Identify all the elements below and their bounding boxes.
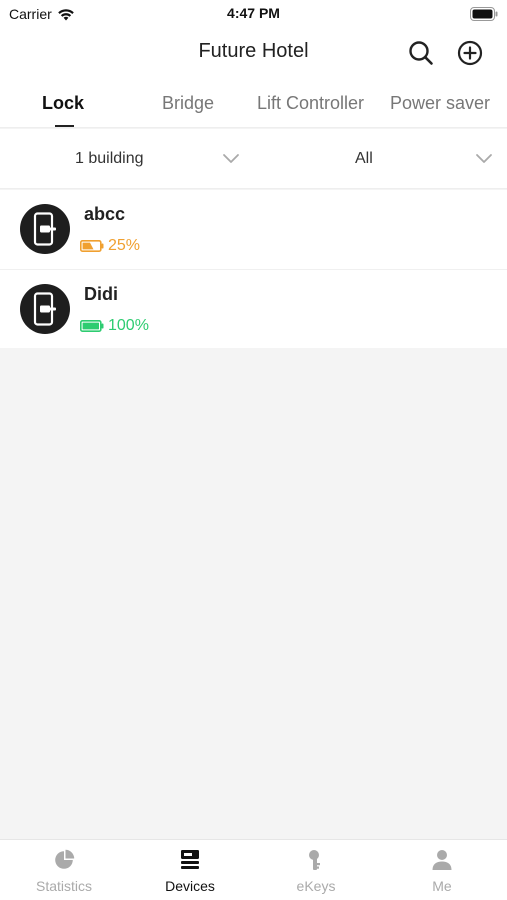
nav-me[interactable]: Me: [379, 840, 505, 900]
status-time: 4:47 PM: [227, 5, 280, 21]
tab-bridge[interactable]: Bridge: [162, 93, 214, 114]
battery-status: 25%: [80, 237, 140, 255]
nav-ekeys[interactable]: eKeys: [253, 840, 379, 900]
device-name: Didi: [84, 284, 118, 304]
tab-lock[interactable]: Lock: [42, 93, 84, 114]
key-icon: [309, 850, 320, 870]
lock-icon: [20, 284, 70, 334]
nav-devices[interactable]: Devices: [127, 840, 253, 900]
nav-label: Devices: [165, 878, 215, 894]
status-bar: Carrier 4:47 PM: [0, 0, 507, 28]
person-icon: [432, 850, 452, 870]
list-item[interactable]: Didi 100%: [0, 269, 507, 348]
add-device-button[interactable]: [456, 39, 484, 67]
app-screen: Carrier 4:47 PM Future Hotel Lock Bridge…: [0, 0, 507, 900]
devices-icon: [181, 850, 199, 869]
nav-label: eKeys: [296, 878, 336, 894]
status-battery-icon: [470, 7, 498, 24]
chevron-down-icon: [476, 154, 492, 163]
nav-label: Me: [432, 878, 452, 894]
nav-statistics[interactable]: Statistics: [1, 840, 127, 900]
battery-low-icon: [80, 240, 104, 252]
plus-circle-icon: [457, 40, 483, 66]
active-tab-indicator: [55, 125, 74, 127]
battery-status: 100%: [80, 317, 149, 335]
chevron-down-icon: [223, 154, 239, 163]
search-icon: [409, 41, 433, 65]
building-filter-label: 1 building: [75, 150, 144, 167]
battery-percent: 25%: [108, 237, 141, 254]
battery-full-icon: [80, 320, 104, 332]
filter-bar: 1 building All: [0, 129, 507, 189]
list-item[interactable]: abcc 25%: [0, 190, 507, 269]
pie-chart-icon: [55, 849, 75, 869]
device-list: abcc 25% Didi 100%: [0, 190, 507, 348]
header-bar: Future Hotel: [0, 28, 507, 80]
nav-label: Statistics: [35, 878, 92, 894]
status-filter-label: All: [355, 150, 373, 167]
battery-percent: 100%: [108, 317, 149, 334]
status-filter[interactable]: All: [254, 129, 507, 189]
tab-lift-controller[interactable]: Lift Controller: [257, 93, 364, 114]
tab-power-saver[interactable]: Power saver: [390, 93, 490, 114]
device-type-tabs: Lock Bridge Lift Controller Power saver: [0, 80, 507, 128]
lock-icon: [20, 204, 70, 254]
building-filter[interactable]: 1 building: [0, 129, 253, 189]
bottom-nav: Statistics Devices eKeys Me: [0, 839, 507, 900]
search-button[interactable]: [407, 39, 435, 67]
device-name: abcc: [84, 204, 126, 224]
